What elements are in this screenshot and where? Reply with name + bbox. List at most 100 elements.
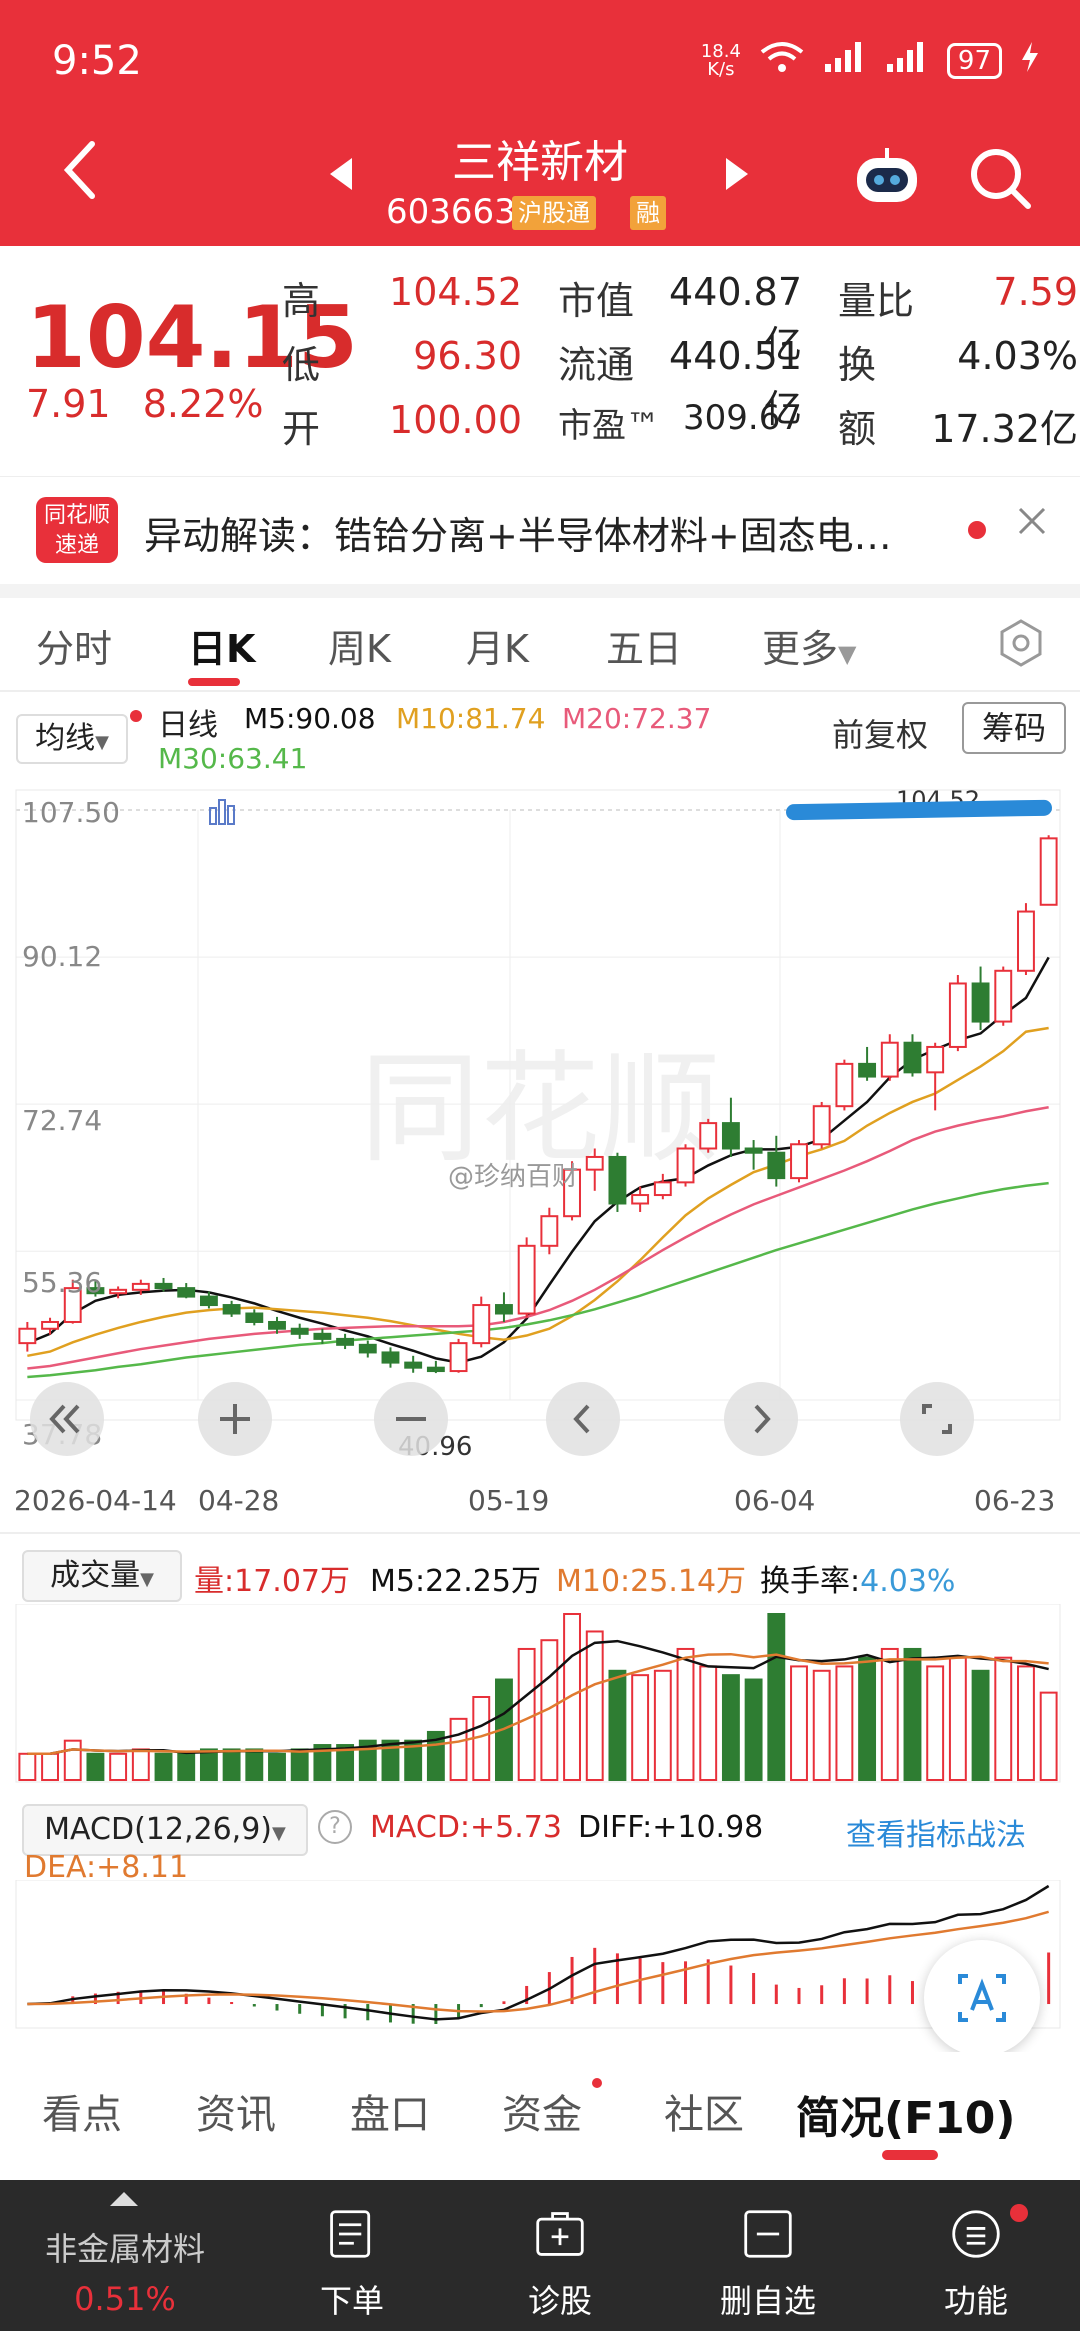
turnover-rate: 换手率:4.03% bbox=[760, 1564, 956, 1599]
volume-chart[interactable] bbox=[0, 1604, 1080, 1784]
fullscreen-button[interactable] bbox=[900, 1382, 974, 1456]
live-dot bbox=[130, 710, 142, 722]
x-tick-4: 06-23 bbox=[974, 1484, 1056, 1517]
signal-icon bbox=[823, 40, 867, 81]
candle bbox=[994, 966, 1013, 1026]
candle bbox=[676, 1144, 695, 1187]
price-change: 7.91 8.22% bbox=[26, 382, 264, 426]
candle bbox=[381, 1347, 400, 1368]
volume-bar bbox=[926, 1665, 945, 1781]
candle bbox=[858, 1046, 877, 1081]
tag-margin: 融 bbox=[630, 196, 666, 230]
value-pe: 309.67 bbox=[683, 398, 802, 438]
zoom-out-button[interactable] bbox=[374, 1382, 448, 1456]
battery-level: 97 bbox=[946, 42, 1002, 79]
news-notice-bar[interactable]: 同花顺 速递 异动解读：锆铪分离+半导体材料+固态电… bbox=[0, 476, 1080, 584]
tab-more[interactable]: 更多▼ bbox=[762, 618, 856, 673]
order-form-icon bbox=[330, 2210, 371, 2258]
help-icon[interactable]: ? bbox=[318, 1810, 352, 1844]
event-marker-icon[interactable] bbox=[208, 796, 236, 826]
ma20-value: M20:72.37 bbox=[562, 702, 712, 735]
tab-monthly-k[interactable]: 月K bbox=[466, 618, 529, 673]
text-recognition-button[interactable] bbox=[924, 1940, 1040, 2056]
chevron-right-icon bbox=[754, 1404, 771, 1434]
hexagon-settings-icon bbox=[1000, 619, 1042, 667]
volume-bar bbox=[744, 1678, 763, 1781]
volume-bar bbox=[858, 1656, 877, 1781]
volume-bar bbox=[1017, 1665, 1035, 1781]
tab-intraday[interactable]: 分时 bbox=[36, 618, 112, 673]
candle bbox=[744, 1140, 763, 1170]
functions-button[interactable]: 功能 bbox=[906, 2180, 1046, 2331]
place-order-button[interactable]: 下单 bbox=[282, 2180, 422, 2331]
scroll-left-button[interactable] bbox=[546, 1382, 620, 1456]
chart-settings-button[interactable] bbox=[996, 618, 1046, 672]
unread-dot bbox=[968, 521, 986, 539]
candle bbox=[177, 1283, 196, 1299]
candle bbox=[245, 1309, 264, 1326]
volume-bar bbox=[994, 1656, 1013, 1781]
volume-value: 量:17.07万 bbox=[194, 1564, 350, 1599]
macd-indicator-select[interactable]: MACD(12,26,9)▼ bbox=[22, 1804, 308, 1856]
weibo-watermark: @珍纳百财 bbox=[448, 1162, 579, 1192]
candle bbox=[880, 1034, 899, 1081]
stock-diagnosis-button[interactable]: 诊股 bbox=[490, 2180, 630, 2331]
status-bar-icons: 18.4 K/s 97 bbox=[701, 40, 1040, 81]
indicator-strategy-link[interactable]: 查看指标战法 bbox=[846, 1810, 1026, 1854]
active-info-tab-indicator bbox=[882, 2150, 938, 2160]
volume-bar bbox=[154, 1752, 173, 1781]
tab-daily-k[interactable]: 日K bbox=[188, 618, 255, 673]
volume-indicator-select[interactable]: 成交量▼ bbox=[22, 1550, 182, 1602]
chips-button[interactable]: 筹码 bbox=[962, 702, 1066, 754]
volume-frame bbox=[15, 1604, 1061, 1783]
volume-bar bbox=[177, 1752, 196, 1781]
value-low: 96.30 bbox=[413, 334, 522, 378]
close-notice-button[interactable] bbox=[1016, 505, 1048, 541]
volume-bar bbox=[449, 1717, 468, 1781]
y-tick-0: 107.50 bbox=[22, 796, 120, 829]
volume-bar bbox=[290, 1748, 309, 1781]
tab-five-day[interactable]: 五日 bbox=[606, 618, 682, 673]
tab-highlights[interactable]: 看点 bbox=[42, 2082, 122, 2140]
minus-icon bbox=[396, 1417, 426, 1421]
volume-bar bbox=[109, 1752, 128, 1781]
tab-weekly-k[interactable]: 周K bbox=[328, 618, 391, 673]
macd-chart[interactable] bbox=[0, 1880, 1080, 2030]
indicator-select[interactable]: 均线▼ bbox=[16, 714, 128, 764]
ma30-line bbox=[27, 1181, 1049, 1379]
value-open: 100.00 bbox=[389, 398, 522, 442]
active-tab-indicator bbox=[188, 678, 240, 686]
next-stock-button[interactable] bbox=[726, 158, 748, 190]
assistant-robot-icon[interactable] bbox=[852, 146, 922, 206]
menu-circle-icon bbox=[952, 2210, 1000, 2258]
candle bbox=[449, 1338, 468, 1373]
volume-bar bbox=[631, 1674, 650, 1781]
volume-bar bbox=[971, 1669, 990, 1781]
scroll-left-fast-button[interactable] bbox=[30, 1382, 104, 1456]
zoom-in-button[interactable] bbox=[198, 1382, 272, 1456]
candle bbox=[608, 1152, 627, 1212]
tab-community[interactable]: 社区 bbox=[664, 2082, 744, 2140]
volume-bar bbox=[131, 1748, 150, 1781]
candle bbox=[426, 1360, 445, 1374]
tab-order-book[interactable]: 盘口 bbox=[350, 2082, 430, 2140]
tab-capital-flow[interactable]: 资金 bbox=[502, 2082, 582, 2140]
volume-bar bbox=[222, 1748, 241, 1781]
remove-watchlist-button[interactable]: 删自选 bbox=[698, 2180, 838, 2331]
tabs-divider bbox=[0, 690, 1080, 692]
chart-period-tabs: 分时 日K 周K 月K 五日 更多▼ bbox=[0, 598, 1080, 694]
candle bbox=[903, 1034, 922, 1077]
candle bbox=[540, 1207, 559, 1255]
kline-chart[interactable]: 同花顺 bbox=[0, 780, 1080, 1480]
volume-bar bbox=[676, 1647, 695, 1781]
sector-button[interactable]: 非金属材料 0.51% bbox=[0, 2180, 250, 2331]
value-high: 104.52 bbox=[389, 270, 522, 314]
volume-ma5: M5:22.25万 bbox=[370, 1564, 541, 1599]
tab-f10-overview[interactable]: 简况(F10) bbox=[796, 2082, 1016, 2146]
search-button[interactable] bbox=[968, 146, 1032, 210]
adjust-mode[interactable]: 前复权 bbox=[832, 710, 928, 756]
scroll-right-button[interactable] bbox=[724, 1382, 798, 1456]
caret-down-icon: ▼ bbox=[838, 640, 857, 668]
tab-news[interactable]: 资讯 bbox=[196, 2082, 276, 2140]
caret-up-icon bbox=[110, 2192, 138, 2206]
